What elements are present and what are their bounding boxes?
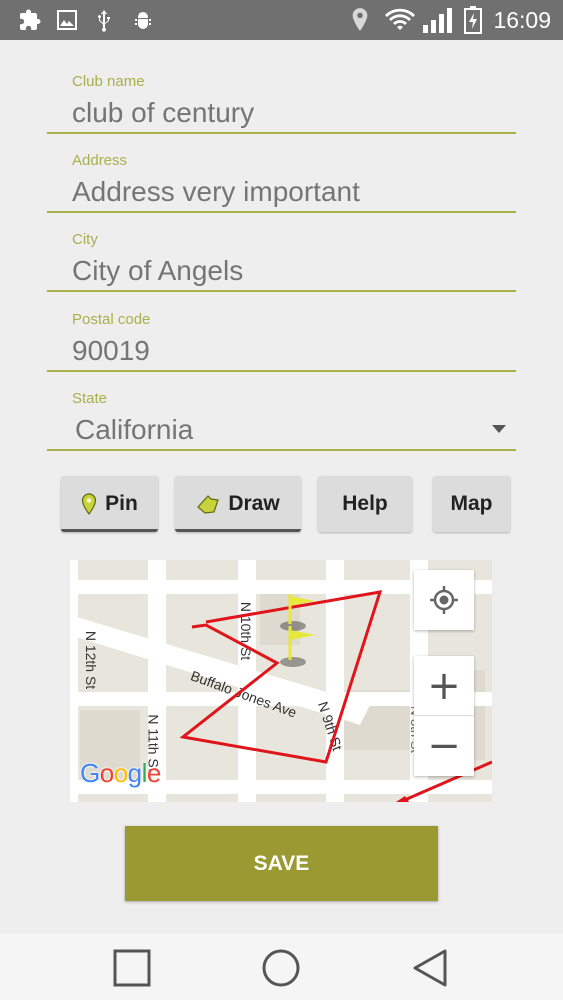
- navigation-bar: [0, 934, 563, 1000]
- android-debug-icon: [131, 8, 155, 32]
- recent-apps-button[interactable]: [112, 948, 152, 988]
- pin-icon: [81, 493, 97, 515]
- pin-button-label: Pin: [105, 492, 138, 515]
- zoom-in-button[interactable]: +: [414, 656, 474, 716]
- map-button-label: Map: [450, 492, 493, 515]
- club-name-label: Club name: [72, 73, 145, 90]
- battery-charging-icon: [462, 6, 484, 34]
- triangle-back-icon: [413, 949, 447, 987]
- city-underline: [47, 290, 516, 292]
- google-logo: Google: [80, 758, 161, 789]
- square-icon: [113, 949, 151, 987]
- address-value: Address very important: [72, 176, 360, 207]
- google-logo-text: Google: [80, 758, 161, 788]
- map-button[interactable]: Map: [433, 476, 510, 532]
- zoom-out-button[interactable]: −: [414, 716, 474, 776]
- draw-button-label: Draw: [228, 492, 280, 515]
- usb-icon: [92, 8, 116, 32]
- club-name-field[interactable]: Club name club of century: [47, 70, 516, 134]
- state-underline: [47, 449, 516, 451]
- pin-button[interactable]: Pin: [61, 476, 158, 532]
- street-label-n10th: N 10th St: [238, 601, 255, 661]
- wifi-icon: [385, 8, 415, 32]
- draw-button-underline: [175, 529, 301, 532]
- polygon-icon: [196, 494, 220, 514]
- image-icon: [55, 8, 79, 32]
- status-bar: 16:09: [0, 0, 563, 40]
- address-field[interactable]: Address Address very important: [47, 149, 516, 213]
- postal-code-label: Postal code: [72, 311, 151, 328]
- zoom-out-icon: −: [427, 723, 461, 769]
- draw-button[interactable]: Draw: [175, 476, 301, 532]
- postal-code-field[interactable]: Postal code 90019: [47, 308, 516, 372]
- signal-icon: [421, 8, 455, 33]
- puzzle-icon: [18, 8, 42, 32]
- help-button-label: Help: [342, 492, 388, 515]
- help-button[interactable]: Help: [318, 476, 412, 532]
- clock: 16:09: [493, 7, 551, 33]
- club-name-value: club of century: [72, 97, 255, 128]
- pin-button-underline: [61, 529, 158, 532]
- state-value: California: [75, 414, 194, 445]
- address-underline: [47, 211, 516, 213]
- state-dropdown[interactable]: State California: [47, 387, 516, 451]
- my-location-button[interactable]: [414, 570, 474, 630]
- state-label: State: [72, 390, 108, 407]
- save-button[interactable]: SAVE: [125, 826, 438, 901]
- location-icon: [348, 8, 372, 32]
- city-field[interactable]: City City of Angels: [47, 228, 516, 292]
- city-label: City: [72, 231, 98, 248]
- club-name-underline: [47, 132, 516, 134]
- flag-marker-icon: [280, 626, 315, 667]
- map-view[interactable]: N 12th St N 10th St N 11th St N 9th St N…: [70, 560, 492, 802]
- back-button[interactable]: [410, 948, 450, 988]
- city-value: City of Angels: [72, 255, 244, 286]
- dropdown-arrow-icon: [492, 425, 506, 433]
- zoom-in-icon: +: [427, 662, 461, 709]
- street-label-n12th: N 12th St: [83, 630, 100, 690]
- home-button[interactable]: [261, 948, 301, 988]
- address-label: Address: [72, 152, 128, 169]
- postal-code-value: 90019: [72, 335, 150, 366]
- postal-code-underline: [47, 370, 516, 372]
- crosshair-icon: [430, 586, 458, 614]
- circle-icon: [262, 949, 300, 987]
- zoom-controls: + −: [414, 656, 474, 776]
